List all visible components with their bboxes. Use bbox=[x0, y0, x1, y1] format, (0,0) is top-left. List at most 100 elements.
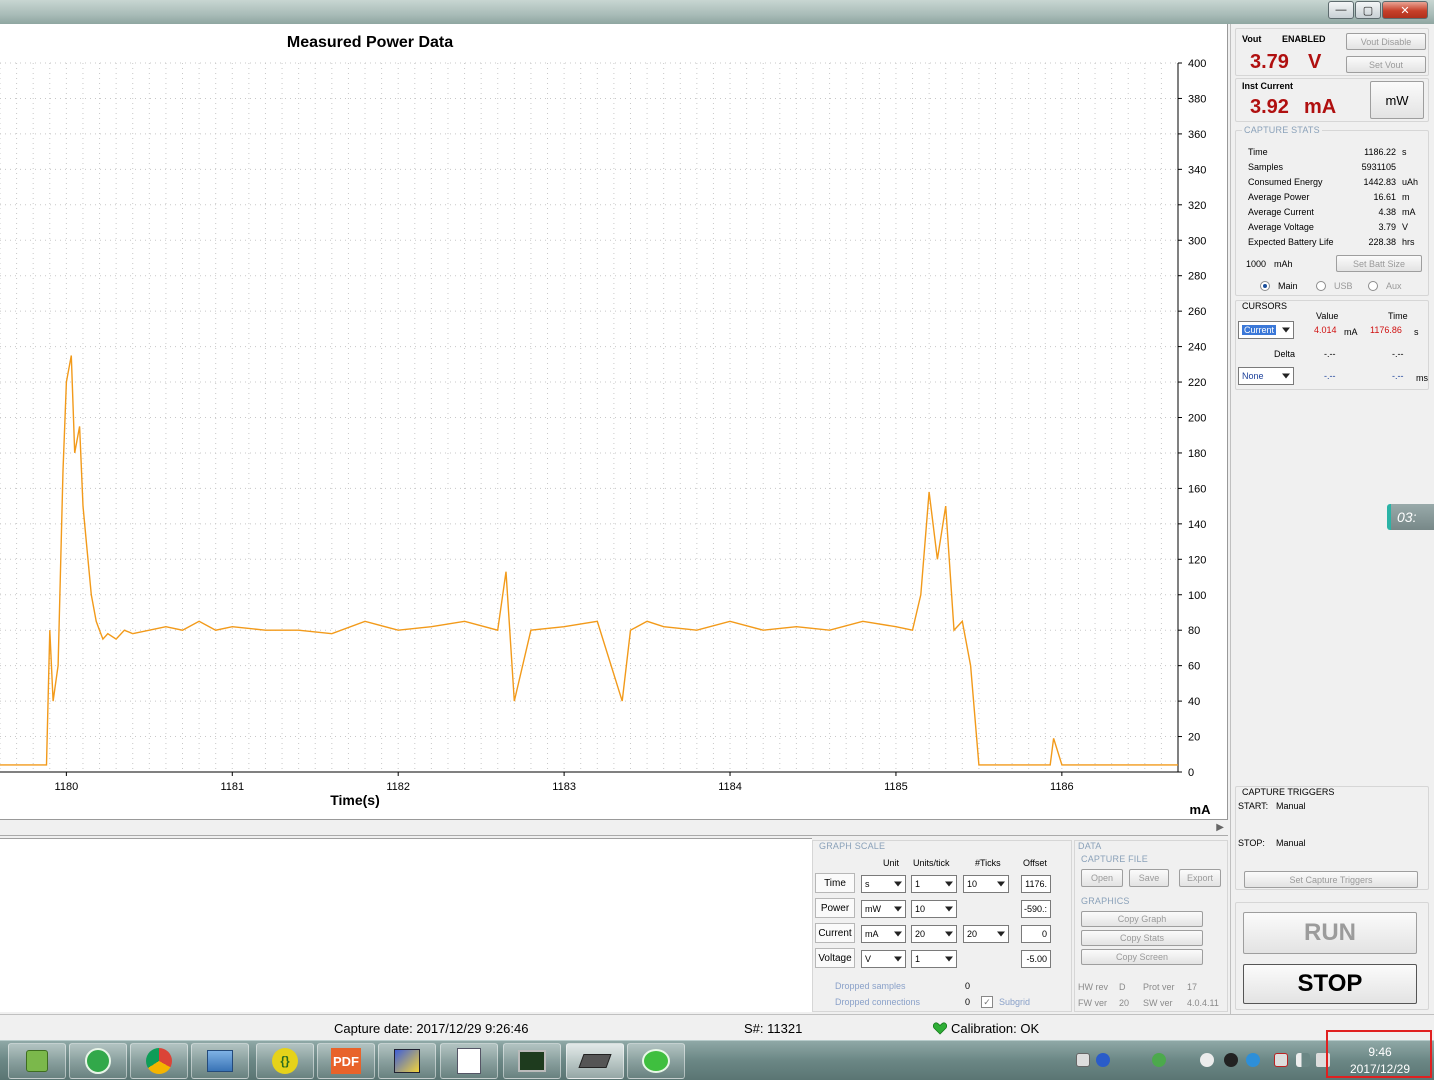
taskbar-power-monitor-button[interactable] bbox=[566, 1043, 624, 1079]
copy-screen-button[interactable]: Copy Screen bbox=[1081, 949, 1203, 965]
taskbar-pdf-button[interactable]: PDF bbox=[317, 1043, 375, 1079]
chevron-down-icon bbox=[945, 931, 953, 937]
scale-per-tick-select[interactable]: 1 bbox=[911, 875, 957, 893]
taskbar-bracket-editor-button[interactable]: {} bbox=[256, 1043, 314, 1079]
vout-disable-button[interactable]: Vout Disable bbox=[1346, 33, 1426, 50]
series-line bbox=[0, 355, 1178, 766]
radio-aux[interactable] bbox=[1368, 281, 1378, 291]
tray-network-icon[interactable] bbox=[1152, 1053, 1166, 1067]
side-timer-tab[interactable]: 03: bbox=[1387, 504, 1434, 530]
taskbar-wechat-button[interactable] bbox=[627, 1043, 685, 1079]
scale-per-tick-select[interactable]: 10 bbox=[911, 900, 957, 918]
close-button[interactable]: ✕ bbox=[1382, 1, 1428, 19]
scale-ticks-select[interactable]: 20 bbox=[963, 925, 1009, 943]
capture-triggers-group: CAPTURE TRIGGERS START: Manual STOP: Man… bbox=[1235, 786, 1429, 890]
minimize-button[interactable]: — bbox=[1328, 1, 1354, 19]
scale-ticks-select[interactable]: 10 bbox=[963, 875, 1009, 893]
scale-unit-select[interactable]: s bbox=[861, 875, 906, 893]
subgrid-label: Subgrid bbox=[999, 997, 1031, 1007]
scale-unit-select[interactable]: V bbox=[861, 950, 906, 968]
set-vout-button[interactable]: Set Vout bbox=[1346, 56, 1426, 73]
set-batt-size-button[interactable]: Set Batt Size bbox=[1336, 255, 1422, 272]
scale-row-label: Voltage bbox=[815, 948, 855, 968]
stat-row: Average Voltage 3.79 V bbox=[1248, 222, 1426, 237]
tray-flag-icon[interactable] bbox=[1274, 1053, 1288, 1067]
android-icon bbox=[26, 1050, 48, 1072]
y-tick-label: 260 bbox=[1188, 306, 1206, 318]
heart-icon bbox=[933, 1022, 947, 1035]
help-icon[interactable] bbox=[1096, 1053, 1110, 1067]
control-panel-icon bbox=[207, 1050, 233, 1072]
tray-chat-icon[interactable] bbox=[1200, 1053, 1214, 1067]
taskbar-android-studio-button[interactable] bbox=[8, 1043, 66, 1079]
dropped-samples-label: Dropped samples bbox=[835, 981, 906, 991]
taskbar-control-panel-button[interactable] bbox=[191, 1043, 249, 1079]
power-mode-button[interactable]: mW bbox=[1370, 81, 1424, 119]
scale-per-tick-value: 20 bbox=[915, 929, 926, 939]
signal-icon[interactable] bbox=[1296, 1053, 1310, 1067]
x-axis-label: Time(s) bbox=[330, 792, 380, 808]
radio-main[interactable] bbox=[1260, 281, 1270, 291]
run-button[interactable]: RUN bbox=[1243, 912, 1417, 954]
power-chart[interactable]: 0 20 40 60 80 100 120 140 160 180 200 220 240 260 280 3… bbox=[0, 24, 1228, 820]
horizontal-scrollbar[interactable]: ▶ bbox=[0, 820, 1228, 836]
fw-ver-label: FW ver bbox=[1078, 998, 1107, 1008]
copy-graph-button[interactable]: Copy Graph bbox=[1081, 911, 1203, 927]
taskbar-wifi-tool-button[interactable] bbox=[69, 1043, 127, 1079]
battery-size-unit: mAh bbox=[1274, 259, 1293, 269]
cursor2-select[interactable]: None bbox=[1238, 367, 1294, 385]
chevron-down-icon bbox=[894, 881, 902, 887]
scroll-right-icon[interactable]: ▶ bbox=[1216, 822, 1224, 833]
tray-qq-icon[interactable] bbox=[1224, 1053, 1238, 1067]
keyboard-icon[interactable] bbox=[1076, 1053, 1090, 1067]
power-monitor-icon bbox=[578, 1054, 612, 1068]
taskbar-chrome-button[interactable] bbox=[130, 1043, 188, 1079]
scale-unit-select[interactable]: mA bbox=[861, 925, 906, 943]
save-button[interactable]: Save bbox=[1129, 869, 1169, 887]
y-tick-label: 80 bbox=[1188, 625, 1200, 637]
y-tick-label: 400 bbox=[1188, 58, 1206, 70]
scale-offset-input[interactable]: 0 bbox=[1021, 925, 1051, 943]
scale-per-tick-value: 1 bbox=[915, 879, 921, 889]
graph-panel[interactable]: Measured Power Data 0 20 40 60 80 100 120 140 16… bbox=[0, 24, 1228, 820]
sw-ver-value: 4.0.4.11 bbox=[1187, 998, 1219, 1008]
header-offset: Offset bbox=[1023, 858, 1047, 868]
open-button[interactable]: Open bbox=[1081, 869, 1123, 887]
radio-usb-label: USB bbox=[1334, 281, 1353, 291]
y-tick-label: 280 bbox=[1188, 271, 1206, 283]
set-capture-triggers-button[interactable]: Set Capture Triggers bbox=[1244, 871, 1418, 888]
scale-unit-value: mW bbox=[865, 904, 881, 914]
cursor1-value: 4.014 bbox=[1314, 325, 1337, 335]
cursor-value-header: Value bbox=[1316, 311, 1339, 321]
taskbar-chart-tool-button[interactable] bbox=[440, 1043, 498, 1079]
scale-offset-input[interactable]: -5.00 bbox=[1021, 950, 1051, 968]
stat-row: Average Power 16.61 m bbox=[1248, 192, 1426, 207]
scale-offset-input[interactable]: 1176. bbox=[1021, 875, 1051, 893]
scale-offset-input[interactable]: -590.: bbox=[1021, 900, 1051, 918]
stop-button[interactable]: STOP bbox=[1243, 964, 1417, 1004]
tray-app-icon[interactable] bbox=[1246, 1053, 1260, 1067]
inst-current-value: 3.92 bbox=[1250, 96, 1289, 118]
copy-stats-button[interactable]: Copy Stats bbox=[1081, 930, 1203, 946]
cursor1-select[interactable]: Current bbox=[1238, 321, 1294, 339]
cursor1-time: 1176.86 bbox=[1370, 325, 1402, 335]
stat-value: 5931105 bbox=[1361, 162, 1396, 172]
subgrid-checkbox[interactable]: ✓ bbox=[981, 996, 993, 1008]
y-tick-label: 360 bbox=[1188, 129, 1206, 141]
radio-usb[interactable] bbox=[1316, 281, 1326, 291]
taskbar-monitor-app-button[interactable] bbox=[503, 1043, 561, 1079]
scale-per-tick-select[interactable]: 1 bbox=[911, 950, 957, 968]
stat-label: Average Current bbox=[1248, 207, 1314, 217]
scale-row-label: Current bbox=[815, 923, 855, 943]
scale-unit-select[interactable]: mW bbox=[861, 900, 906, 918]
y-tick-label: 100 bbox=[1188, 590, 1206, 602]
y-axis-unit-label: mA bbox=[1189, 802, 1211, 817]
scale-ticks-value: 10 bbox=[967, 879, 978, 889]
maximize-button[interactable]: ▢ bbox=[1355, 1, 1381, 19]
y-tick-label: 120 bbox=[1188, 554, 1206, 566]
trigger-stop-label: STOP: bbox=[1238, 838, 1265, 848]
log-area bbox=[0, 838, 812, 1012]
taskbar-network-tool-button[interactable] bbox=[378, 1043, 436, 1079]
export-button[interactable]: Export bbox=[1179, 869, 1221, 887]
scale-per-tick-select[interactable]: 20 bbox=[911, 925, 957, 943]
